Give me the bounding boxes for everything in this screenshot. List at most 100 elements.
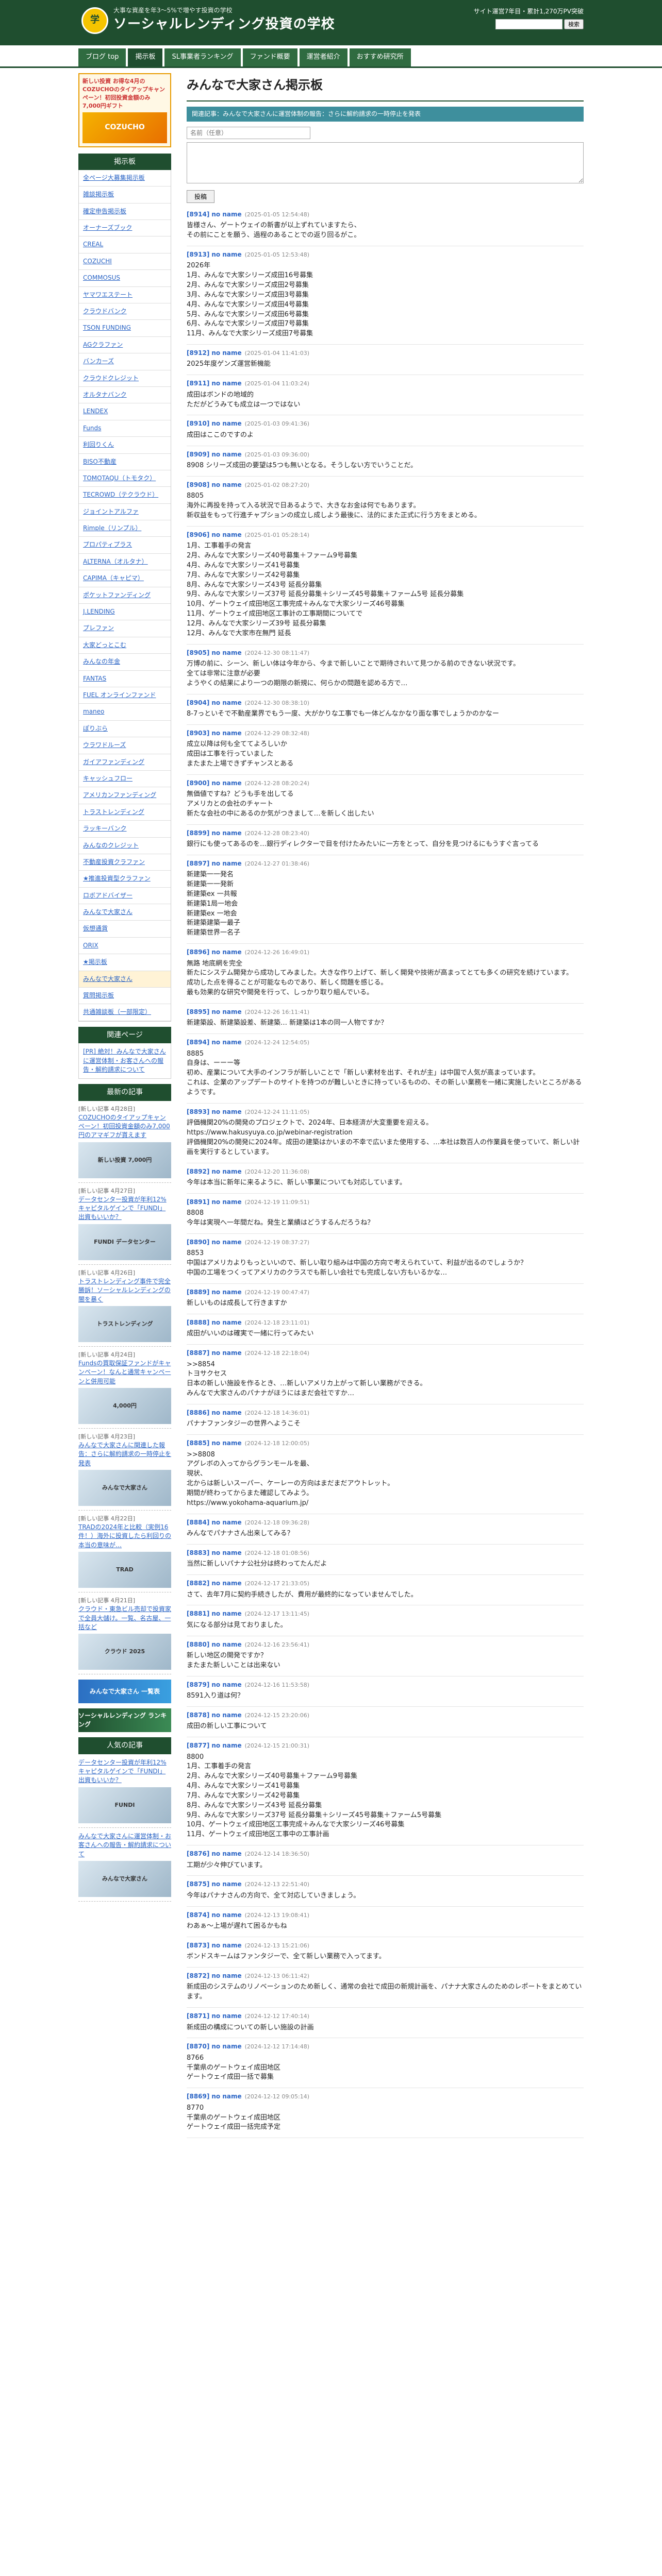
sidebar-item[interactable]: オルタナバンク [79, 387, 171, 404]
sidebar-item-link[interactable]: ポケットファンディング [83, 591, 151, 599]
sidebar-item[interactable]: 利回りくん [79, 437, 171, 454]
post-number[interactable]: [8911] [187, 380, 209, 387]
post-number[interactable]: [8912] [187, 349, 209, 357]
popular-card[interactable]: データセンター投資が年利12%キャピタルゲインで「FUNDI」 出資もいいか？ F… [78, 1754, 171, 1828]
sidebar-item-link[interactable]: プレファン [83, 624, 114, 632]
ad-box[interactable]: 新しい投資 お得な4月のCOZUCHOのタイアップキャンペーン！初回投資金額のみ… [78, 73, 171, 147]
nav-item[interactable]: ファンド概要 [242, 48, 297, 66]
site-title[interactable]: ソーシャルレンディング投資の学校 [113, 15, 335, 35]
post-number[interactable]: [8906] [187, 531, 209, 538]
sidebar-item[interactable]: ポケットファンディング [79, 587, 171, 604]
sidebar-item[interactable]: COMMOSUS [79, 270, 171, 287]
post-number[interactable]: [8888] [187, 1319, 209, 1326]
sidebar-item[interactable]: クラウドクレジット [79, 370, 171, 387]
post-number[interactable]: [8873] [187, 1942, 209, 1949]
post-number[interactable]: [8887] [187, 1349, 209, 1357]
article-card[interactable]: [新しい記事 4月28日] COZUCHOのタイアップキャンペーン！初回投資金額の… [78, 1101, 171, 1183]
article-title[interactable]: TRADの2024年と比較（実例16件！）海外に投資したら利回りの本当の意味が… [78, 1523, 171, 1550]
sidebar-item-link[interactable]: 不動産投資クラファン [83, 858, 145, 866]
sidebar-item[interactable]: ALTERNA（オルタナ） [79, 554, 171, 571]
article-thumbnail[interactable]: みんなで大家さん [78, 1470, 171, 1506]
sidebar-item-link[interactable]: 大家どっとこむ [83, 641, 126, 649]
sidebar-item[interactable]: FUEL オンラインファンド [79, 687, 171, 704]
sidebar-item-link[interactable]: ★推進投資型クラファン [83, 875, 151, 882]
sidebar-item-link[interactable]: CREAL [83, 241, 103, 248]
popular-title[interactable]: データセンター投資が年利12%キャピタルゲインで「FUNDI」 出資もいいか？ [78, 1758, 171, 1785]
post-number[interactable]: [8891] [187, 1198, 209, 1206]
sidebar-item-link[interactable]: 利回りくん [83, 441, 114, 448]
post-number[interactable]: [8892] [187, 1168, 209, 1175]
sidebar-item-link[interactable]: みんなの年金 [83, 658, 120, 665]
sidebar-item-link[interactable]: みんなのクレジット [83, 842, 139, 849]
sidebar-item[interactable]: Funds [79, 420, 171, 437]
sidebar-item-link[interactable]: 雑談掲示板 [83, 191, 114, 198]
sidebar-item-link[interactable]: クラウドクレジット [83, 375, 139, 382]
post-number[interactable]: [8914] [187, 211, 209, 218]
sidebar-item-link[interactable]: ぽりぶら [83, 725, 108, 732]
sidebar-item[interactable]: FANTAS [79, 671, 171, 687]
sidebar-item[interactable]: ロボアドバイザー [79, 888, 171, 905]
sidebar-item-link[interactable]: みんなで大家さん [83, 908, 133, 916]
article-thumbnail[interactable]: 新しい投資 7,000円 [78, 1142, 171, 1178]
sidebar-item-link[interactable]: クラウドバンク [83, 308, 127, 315]
banner-1[interactable]: みんなで大家さん 一覧表 [78, 1680, 171, 1704]
sidebar-item[interactable]: 大家どっとこむ [79, 637, 171, 654]
related-link[interactable]: [PR] 絶対！みんなで大家さんに運営体制・お客さんへの報告・解約請求について [83, 1048, 166, 1073]
sidebar-item-link[interactable]: 仮想通貨 [83, 925, 108, 932]
nav-item[interactable]: ブログ top [78, 48, 126, 66]
sidebar-item[interactable]: CAPIMA（キャピマ） [79, 570, 171, 587]
sidebar-item-link[interactable]: オルタナバンク [83, 391, 127, 398]
sidebar-item[interactable]: みんなで大家さん [79, 904, 171, 921]
sidebar-item[interactable]: ぽりぶら [79, 721, 171, 738]
sidebar-item[interactable]: 質問掲示板 [79, 988, 171, 1005]
sidebar-item-link[interactable]: maneo [83, 708, 104, 715]
sidebar-item-link[interactable]: オーナーズブック [83, 224, 132, 231]
sidebar-item-link[interactable]: LENDEX [83, 408, 108, 415]
post-number[interactable]: [8900] [187, 779, 209, 787]
article-card[interactable]: [新しい記事 4月27日] データセンター投資が年利12%キャピタルゲインで「FU… [78, 1183, 171, 1265]
sidebar-item-link[interactable]: FANTAS [83, 675, 106, 682]
notice-banner[interactable]: 関連記事：みんなで大家さんに運営体制の報告：さらに解約請求の一時停止を発表 [187, 106, 584, 122]
sidebar-item[interactable]: CREAL [79, 236, 171, 253]
sidebar-item[interactable]: Rimple（リンプル） [79, 520, 171, 537]
post-number[interactable]: [8874] [187, 1911, 209, 1919]
sidebar-item-link[interactable]: みんなで大家さん [83, 975, 133, 982]
post-number[interactable]: [8872] [187, 1972, 209, 1979]
article-thumbnail[interactable]: TRAD [78, 1552, 171, 1588]
sidebar-item-link[interactable]: Rimple（リンプル） [83, 524, 141, 532]
sidebar-item-link[interactable]: ラッキーバンク [83, 825, 126, 832]
sidebar-item-link[interactable]: ロボアドバイザー [83, 892, 133, 899]
article-card[interactable]: [新しい記事 4月23日] みんなで大家さんに関連した報告：さらに解約請求の一時停… [78, 1429, 171, 1511]
sidebar-item[interactable]: みんなの年金 [79, 654, 171, 671]
popular-card[interactable]: みんなで大家さんに運営体制・お客さんへの報告・解約請求について みんなで大家さん [78, 1828, 171, 1902]
sidebar-item[interactable]: BISO不動産 [79, 454, 171, 470]
popular-title[interactable]: みんなで大家さんに運営体制・お客さんへの報告・解約請求について [78, 1832, 171, 1859]
sidebar-item[interactable]: プレファン [79, 620, 171, 637]
article-thumbnail[interactable]: FUNDI データセンター [78, 1224, 171, 1260]
sidebar-item-link[interactable]: TOMOTAQU（トモタク） [83, 474, 156, 482]
post-number[interactable]: [8893] [187, 1108, 209, 1115]
article-thumbnail[interactable]: クラウド 2025 [78, 1634, 171, 1670]
post-number[interactable]: [8896] [187, 948, 209, 956]
sidebar-item-link[interactable]: COMMOSUS [83, 274, 120, 281]
sidebar-item[interactable]: maneo [79, 704, 171, 721]
sidebar-item[interactable]: バンカーズ [79, 353, 171, 370]
name-input[interactable] [187, 127, 310, 140]
sidebar-item[interactable]: みんなで大家さん [79, 971, 171, 988]
post-number[interactable]: [8899] [187, 829, 209, 837]
post-number[interactable]: [8890] [187, 1239, 209, 1246]
sidebar-item-link[interactable]: 確定申告掲示板 [83, 208, 126, 215]
popular-thumbnail[interactable]: FUNDI [78, 1787, 171, 1823]
sidebar-item-link[interactable]: 全ページ大募集掲示板 [83, 174, 145, 181]
sidebar-item[interactable]: トラストレンディング [79, 804, 171, 821]
ad-image[interactable]: COZUCHO [82, 112, 167, 143]
sidebar-item[interactable]: オーナーズブック [79, 220, 171, 237]
sidebar-item-link[interactable]: TECROWD（テクラウド） [83, 491, 158, 498]
sidebar-item[interactable]: ★推進投資型クラファン [79, 871, 171, 888]
sidebar-item-link[interactable]: 質問掲示板 [83, 992, 114, 999]
sidebar-item[interactable]: 不動産投資クラファン [79, 854, 171, 871]
sidebar-item[interactable]: TOMOTAQU（トモタク） [79, 470, 171, 487]
sidebar-item[interactable]: アメリカンファンディング [79, 787, 171, 804]
sidebar-item[interactable]: ORIX [79, 938, 171, 955]
popular-thumbnail[interactable]: みんなで大家さん [78, 1860, 171, 1897]
